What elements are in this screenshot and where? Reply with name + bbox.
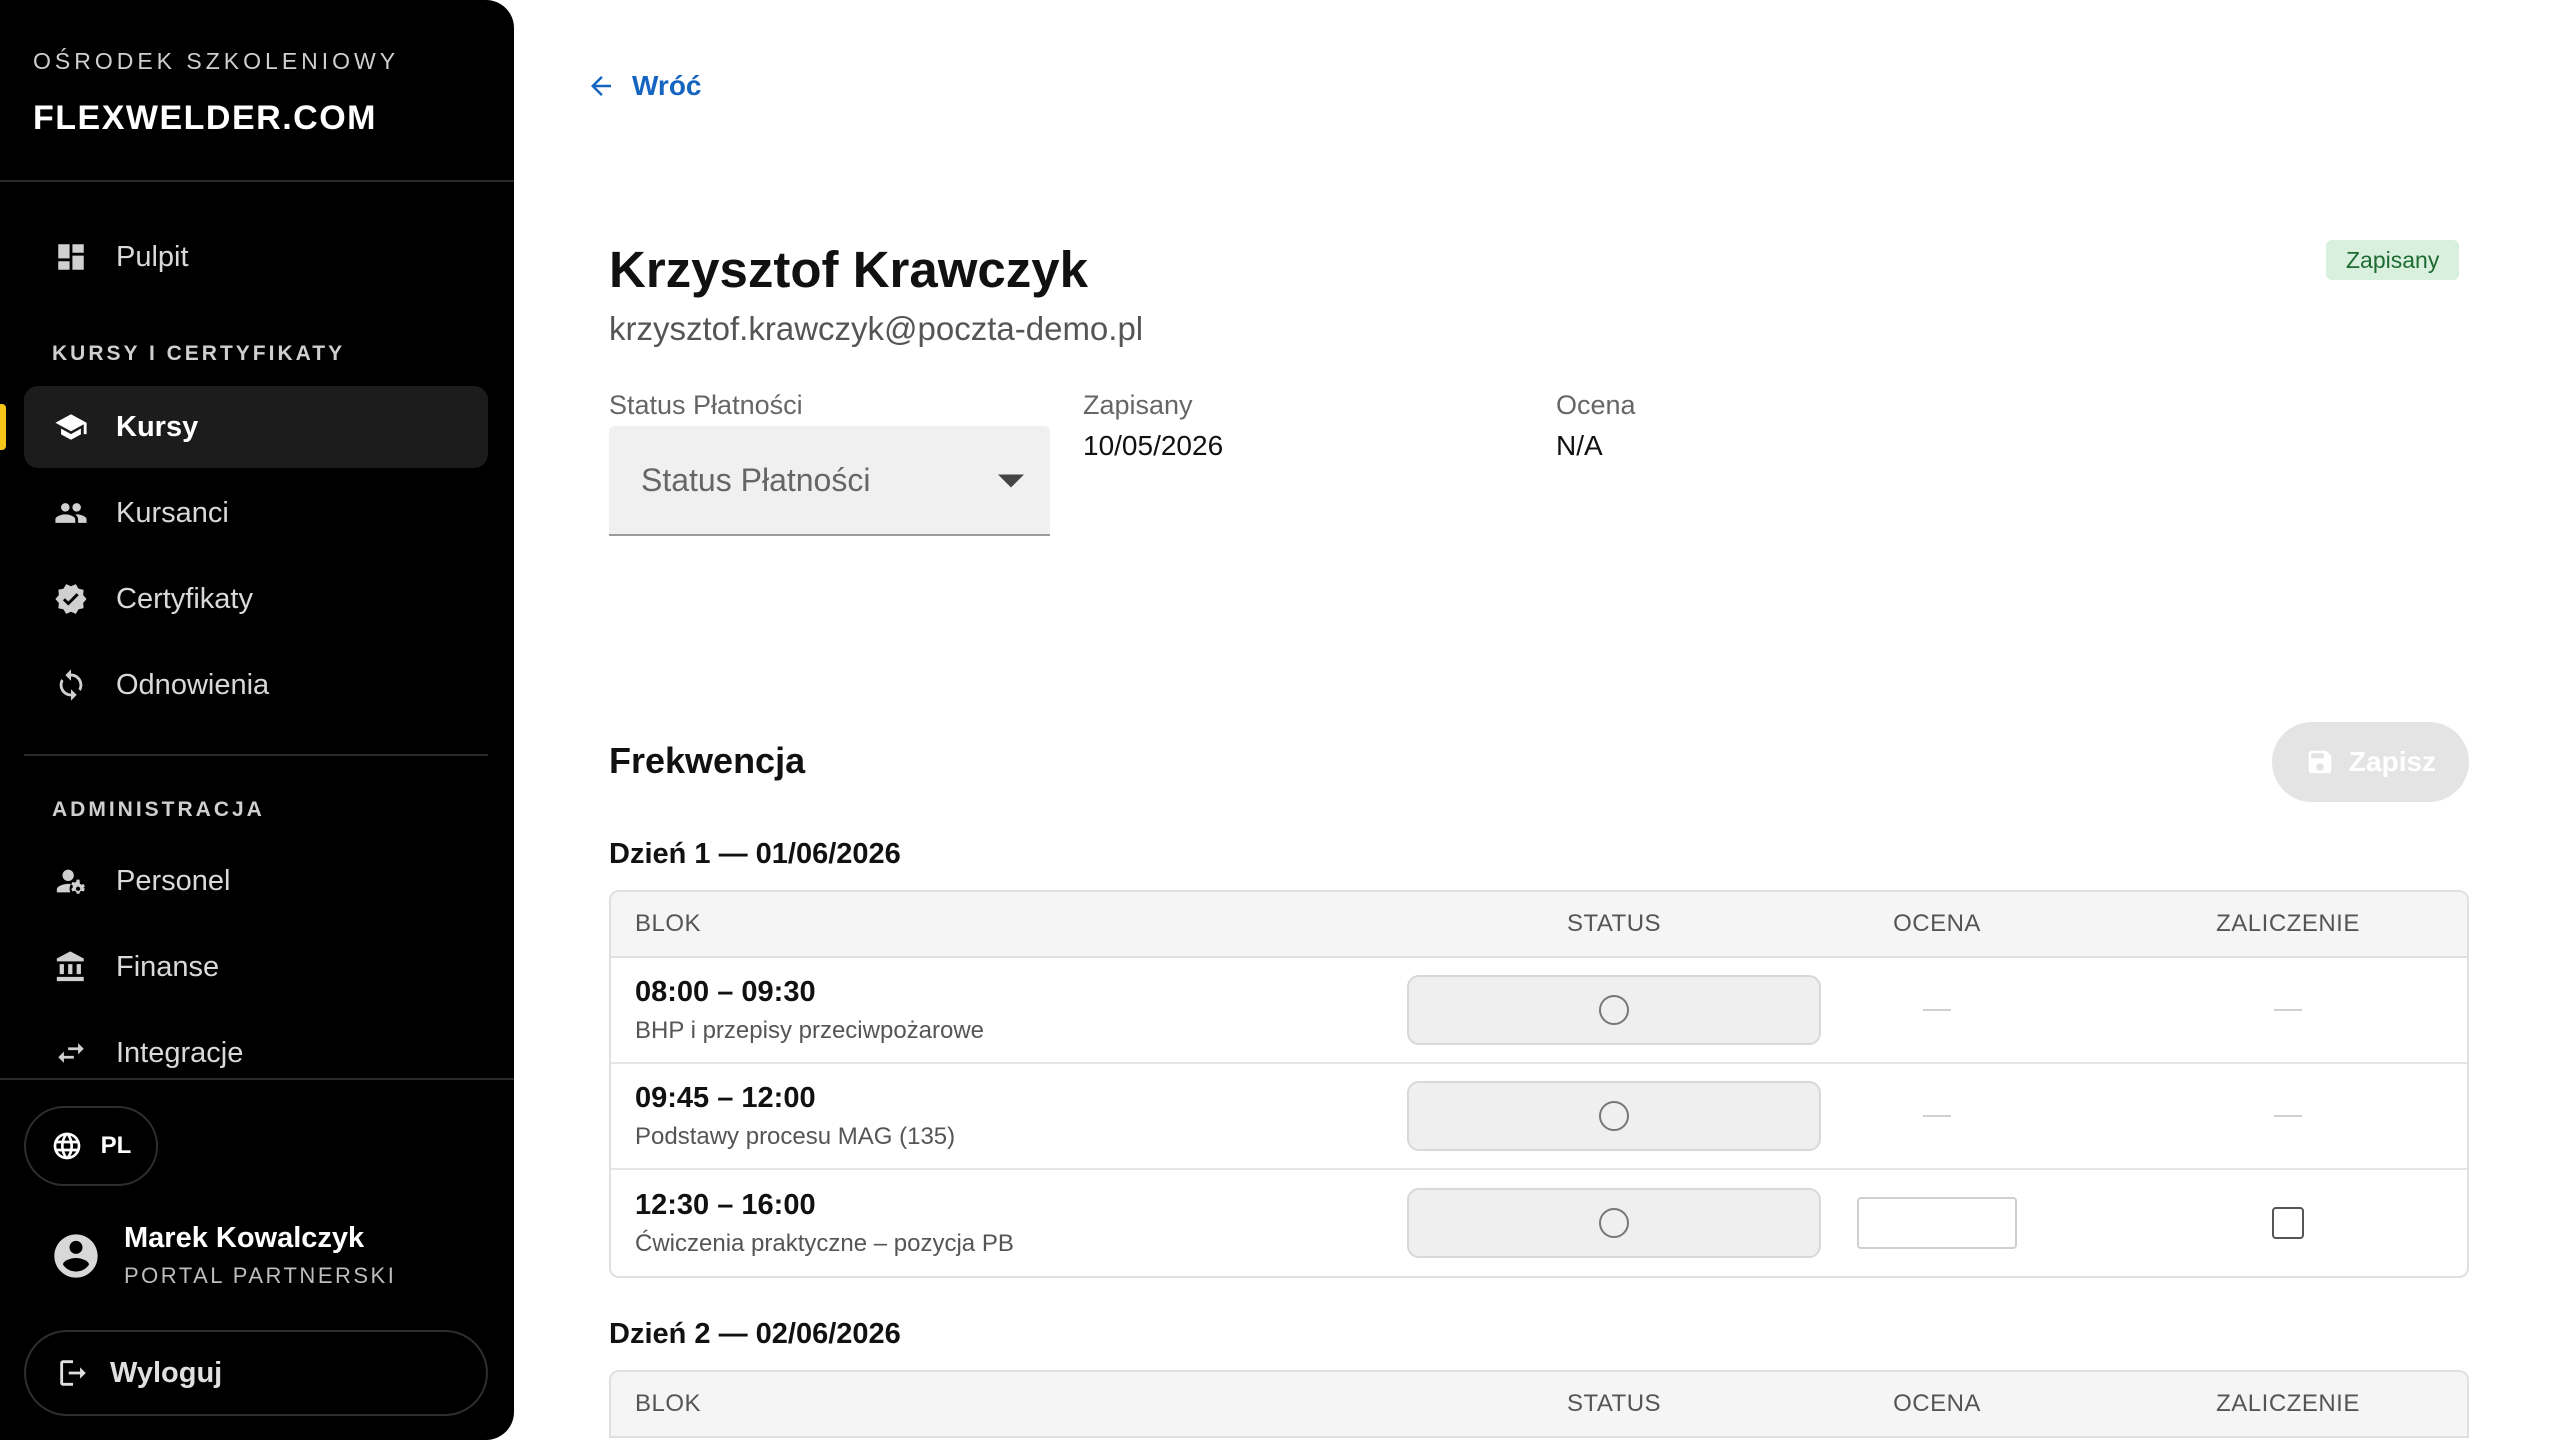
arrow-left-icon	[591, 76, 611, 96]
block-time: 12:30 – 16:00	[635, 1188, 816, 1221]
sidebar-item-students[interactable]: Kursanci	[24, 472, 488, 554]
radio-circle-icon	[1599, 995, 1629, 1025]
swap-arrows-icon	[58, 1043, 84, 1063]
logout-label: Wyloguj	[110, 1356, 223, 1389]
student-email: krzysztof.krawczyk@poczta-demo.pl	[609, 310, 1144, 347]
enrolled-date: 10/05/2026	[1083, 430, 1224, 461]
sidebar-item-dashboard[interactable]: Pulpit	[24, 216, 488, 298]
day-title: Dzień 1 — 01/06/2026	[609, 838, 901, 870]
column-header-status: STATUS	[1566, 910, 1662, 937]
attendance-table: BLOK STATUS OCENA ZALICZENIE	[609, 1370, 2469, 1438]
radio-circle-icon	[1599, 1208, 1629, 1238]
block-topic: Podstawy procesu MAG (135)	[635, 1122, 956, 1150]
user-settings-icon	[56, 869, 85, 894]
grade-label: Ocena	[1556, 390, 1636, 420]
sidebar-item-label: Kursy	[116, 410, 199, 443]
empty-grade-dash	[1923, 1009, 1951, 1011]
sidebar-item-label: Personel	[116, 864, 231, 897]
sidebar-divider	[0, 180, 514, 182]
column-header-grade: OCENA	[1893, 910, 1981, 937]
user-name: Marek Kowalczyk	[124, 1222, 365, 1254]
section-label-admin: ADMINISTRACJA	[52, 798, 265, 821]
sidebar-item-finance[interactable]: Finanse	[24, 926, 488, 1008]
pass-checkbox[interactable]	[2272, 1207, 2304, 1239]
payment-status-placeholder: Status Płatności	[641, 461, 871, 498]
table-row: 09:45 – 12:00 Podstawy procesu MAG (135)	[611, 1064, 2467, 1170]
block-topic: BHP i przepisy przeciwpożarowe	[635, 1016, 985, 1044]
account-circle-icon	[54, 1233, 98, 1278]
save-icon	[2308, 750, 2332, 774]
user-role: PORTAL PARTNERSKI	[124, 1263, 397, 1288]
sidebar-item-label: Certyfikaty	[116, 582, 253, 615]
logout-button[interactable]: Wyloguj	[24, 1330, 488, 1416]
column-header-status: STATUS	[1566, 1390, 1662, 1417]
payment-status-label: Status Płatności	[609, 390, 803, 420]
attendance-status-toggle[interactable]	[1407, 975, 1821, 1045]
table-row: 08:00 – 09:30 BHP i przepisy przeciwpoża…	[611, 958, 2467, 1064]
bank-icon	[56, 951, 84, 982]
sync-icon	[59, 669, 83, 701]
empty-grade-dash	[1923, 1115, 1951, 1117]
sidebar-item-renewals[interactable]: Odnowienia	[24, 644, 488, 726]
sidebar-divider	[24, 754, 488, 756]
dashboard-icon	[58, 244, 84, 270]
sidebar-item-label: Odnowienia	[116, 668, 270, 701]
block-time: 08:00 – 09:30	[635, 975, 816, 1008]
payment-status-select[interactable]: Status Płatności	[609, 426, 1050, 536]
section-label-courses: KURSY I CERTYFIKATY	[52, 342, 346, 365]
sidebar-item-courses[interactable]: Kursy	[24, 386, 488, 468]
attendance-status-toggle[interactable]	[1407, 1188, 1821, 1258]
grade-value: N/A	[1556, 430, 1603, 461]
column-header-grade: OCENA	[1893, 1390, 1981, 1417]
sidebar-item-certificates[interactable]: Certyfikaty	[24, 558, 488, 640]
table-header: BLOK STATUS OCENA ZALICZENIE	[611, 892, 2467, 958]
column-header-block: BLOK	[635, 910, 702, 937]
empty-pass-dash	[2274, 1009, 2302, 1011]
empty-pass-dash	[2274, 1115, 2302, 1117]
logout-icon	[60, 1360, 86, 1386]
back-label: Wróć	[632, 70, 702, 101]
sidebar-item-label: Kursanci	[116, 496, 229, 529]
radio-circle-icon	[1599, 1101, 1629, 1131]
attendance-title: Frekwencja	[609, 740, 806, 781]
graduation-cap-icon	[55, 414, 87, 440]
language-button[interactable]: PL	[24, 1106, 158, 1186]
status-badge: Zapisany	[2326, 240, 2460, 280]
save-label: Zapisz	[2348, 746, 2437, 777]
back-link[interactable]: Wróć	[586, 70, 702, 102]
block-topic: Ćwiczenia praktyczne – pozycja PB	[635, 1229, 1014, 1257]
attendance-table: BLOK STATUS OCENA ZALICZENIE 08:00 – 09:…	[609, 890, 2469, 1278]
block-time: 09:45 – 12:00	[635, 1081, 816, 1114]
grade-input[interactable]	[1857, 1197, 2017, 1249]
people-icon	[55, 503, 87, 523]
attendance-status-toggle[interactable]	[1407, 1081, 1821, 1151]
table-header: BLOK STATUS OCENA ZALICZENIE	[611, 1372, 2467, 1438]
day-title: Dzień 2 — 02/06/2026	[609, 1318, 901, 1350]
verified-badge-icon	[55, 584, 87, 614]
sidebar-item-staff[interactable]: Personel	[24, 840, 488, 922]
language-code: PL	[100, 1132, 132, 1159]
table-row: 12:30 – 16:00 Ćwiczenia praktyczne – poz…	[611, 1170, 2467, 1276]
sidebar-divider	[0, 1078, 514, 1080]
enrolled-label: Zapisany	[1083, 390, 1193, 420]
student-name: Krzysztof Krawczyk	[609, 241, 1088, 298]
sidebar: OŚRODEK SZKOLENIOWY FLEXWELDER.COM Pulpi…	[0, 0, 514, 1440]
user-profile[interactable]: Marek Kowalczyk PORTAL PARTNERSKI	[50, 1222, 396, 1289]
globe-icon	[53, 1132, 80, 1160]
column-header-pass: ZALICZENIE	[2216, 1390, 2360, 1417]
sidebar-item-label: Integracje	[116, 1036, 244, 1069]
column-header-pass: ZALICZENIE	[2216, 910, 2360, 937]
brand-logo[interactable]: FLEXWELDER.COM	[33, 99, 399, 138]
save-button[interactable]: Zapisz	[2272, 722, 2469, 802]
sidebar-item-label: Finanse	[116, 950, 220, 983]
brand: OŚRODEK SZKOLENIOWY FLEXWELDER.COM	[33, 48, 399, 138]
column-header-block: BLOK	[635, 1390, 702, 1417]
sidebar-item-integrations[interactable]: Integracje	[24, 1012, 488, 1094]
brand-subtitle: OŚRODEK SZKOLENIOWY	[33, 48, 400, 74]
sidebar-item-label: Pulpit	[116, 240, 189, 273]
active-indicator	[0, 404, 6, 450]
dropdown-arrow-icon	[998, 474, 1024, 488]
